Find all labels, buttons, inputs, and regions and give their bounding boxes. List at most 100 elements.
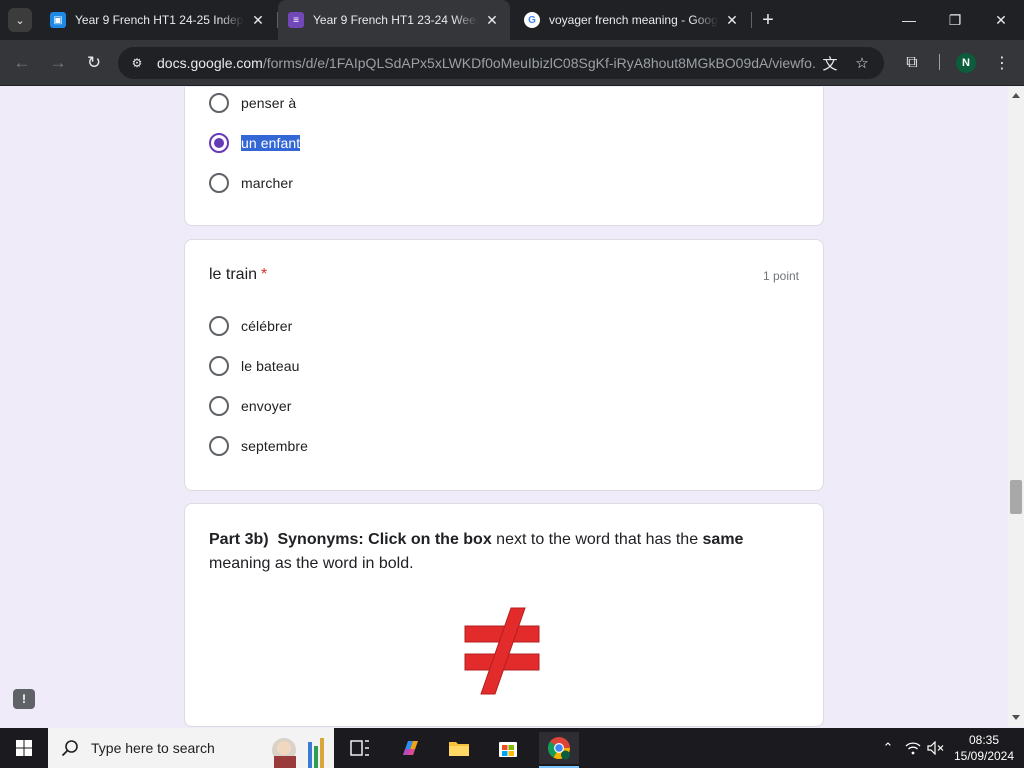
reload-icon: ↻ (86, 53, 102, 72)
copilot-icon (403, 741, 418, 755)
tab-forms[interactable]: ≡ Year 9 French HT1 23-24 Week 1 ✕ (278, 0, 510, 40)
scrollbar-thumb[interactable] (1010, 480, 1022, 514)
tab-google-search[interactable]: G voyager french meaning - Google Search… (514, 0, 750, 40)
tab-title: Year 9 French HT1 23-24 Week 1 (313, 13, 478, 27)
arrow-left-icon: ← (13, 53, 31, 72)
chrome-icon (547, 737, 570, 760)
radio-option[interactable]: septembre (209, 435, 308, 457)
radio-button-checked[interactable] (209, 133, 229, 153)
page-viewport: penser à un enfant marcher le train * 1 p… (0, 87, 1008, 727)
section-part: Part 3b) (209, 531, 269, 548)
section-title-bold: Synonyms: Click on the box (277, 531, 492, 548)
option-label: célébrer (241, 318, 293, 334)
show-hidden-icons-button[interactable]: ⌃ (878, 738, 898, 758)
radio-button[interactable] (209, 316, 229, 336)
task-view-icon (350, 740, 369, 756)
section-description: Part 3b) Synonyms: Click on the box next… (209, 528, 799, 576)
option-label: marcher (241, 175, 294, 191)
reload-button[interactable]: ↻ (80, 49, 108, 77)
toolbar-divider (939, 54, 940, 70)
option-label: penser à (241, 95, 297, 111)
star-icon[interactable]: ☆ (853, 54, 871, 72)
tab-classroom[interactable]: ▣ Year 9 French HT1 24-25 Independent ✕ (40, 0, 276, 40)
radio-button[interactable] (209, 396, 229, 416)
scroll-up-arrow[interactable] (1012, 93, 1020, 98)
site-settings-icon[interactable]: ⚙ (128, 54, 146, 72)
tab-title: voyager french meaning - Google Search (549, 13, 718, 27)
section-text-1: next to the word that has the (491, 531, 703, 548)
radio-option[interactable]: célébrer (209, 315, 292, 337)
volume-muted-icon[interactable] (926, 738, 946, 758)
search-placeholder: Type here to search (91, 740, 215, 756)
tab-separator (751, 12, 752, 28)
page-scrollbar[interactable] (1008, 87, 1024, 727)
folder-icon (449, 742, 469, 756)
radio-button[interactable] (209, 93, 229, 113)
wifi-icon (905, 742, 921, 755)
url-text[interactable]: docs.google.com/forms/d/e/1FAIpQLSdAPx5x… (157, 55, 817, 71)
radio-button[interactable] (209, 436, 229, 456)
profile-avatar[interactable]: N (956, 53, 976, 73)
restore-button[interactable]: ❐ (932, 0, 978, 40)
close-icon: ✕ (995, 11, 1007, 28)
taskbar-search-box[interactable]: Type here to search (48, 728, 334, 768)
question-card-le-train: le train * 1 point célébrer le bateau env… (184, 239, 824, 491)
chevron-down-icon: ⌄ (15, 14, 25, 27)
minimize-button[interactable]: — (886, 0, 932, 40)
windows-logo-icon (16, 740, 32, 756)
tab-title: Year 9 French HT1 24-25 Independent (75, 13, 244, 27)
browser-toolbar: ← → ↻ ⚙ docs.google.com/forms/d/e/1FAIpQ… (0, 40, 1024, 86)
radio-button[interactable] (209, 356, 229, 376)
close-icon[interactable]: ✕ (484, 12, 500, 28)
section-text-2: meaning as the word in bold. (209, 555, 414, 572)
google-classroom-icon: ▣ (50, 12, 66, 28)
feedback-icon: ! (22, 692, 26, 706)
back-button[interactable]: ← (8, 49, 36, 77)
radio-button[interactable] (209, 173, 229, 193)
radio-option[interactable]: un enfant (209, 132, 301, 154)
extensions-button[interactable]: ⧉ (898, 49, 926, 77)
puzzle-icon: ⧉ (906, 54, 918, 71)
feedback-button[interactable]: ! (13, 689, 35, 709)
close-icon[interactable]: ✕ (250, 12, 266, 28)
search-highlight-illustration (272, 738, 324, 768)
question-points: 1 point (762, 269, 799, 283)
copilot-button[interactable] (390, 732, 430, 764)
clock-date: 15/09/2024 (953, 749, 1015, 763)
option-label: le bateau (241, 358, 300, 374)
radio-option[interactable]: le bateau (209, 355, 300, 377)
scroll-down-arrow[interactable] (1012, 715, 1020, 720)
store-icon (499, 742, 517, 757)
new-tab-button[interactable]: + (756, 8, 780, 32)
google-forms-icon: ≡ (288, 12, 304, 28)
translate-icon[interactable]: 文 (821, 54, 839, 73)
radio-option[interactable]: penser à (209, 92, 296, 114)
system-clock[interactable]: 08:35 15/09/2024 (946, 732, 1022, 764)
network-icon[interactable] (903, 738, 923, 758)
option-label: envoyer (241, 398, 292, 414)
file-explorer-button[interactable] (439, 732, 479, 764)
start-button[interactable] (0, 728, 48, 768)
tab-strip: ⌄ ▣ Year 9 French HT1 24-25 Independent … (0, 0, 1024, 40)
section-same-bold: same (702, 531, 744, 548)
google-g-icon: G (524, 12, 540, 28)
radio-option[interactable]: envoyer (209, 395, 292, 417)
menu-button[interactable]: ⋮ (988, 49, 1016, 77)
close-window-button[interactable]: ✕ (978, 0, 1024, 40)
forward-button[interactable]: → (44, 49, 72, 77)
minimize-icon: — (902, 12, 916, 28)
arrow-right-icon: → (49, 53, 67, 72)
clock-time: 08:35 (968, 733, 1000, 747)
tab-search-button[interactable]: ⌄ (8, 8, 32, 32)
speaker-muted-icon (927, 741, 944, 755)
address-bar[interactable]: ⚙ docs.google.com/forms/d/e/1FAIpQLSdAPx… (118, 47, 884, 79)
question-title: le train * (209, 266, 267, 284)
question-card-previous: penser à un enfant marcher (184, 87, 824, 226)
close-icon[interactable]: ✕ (724, 12, 740, 28)
task-view-button[interactable] (340, 732, 380, 764)
chrome-taskbar-button[interactable] (539, 732, 579, 764)
radio-option[interactable]: marcher (209, 172, 293, 194)
microsoft-store-button[interactable] (488, 732, 528, 764)
url-host: docs.google.com (157, 55, 263, 71)
section-card-part-3b: Part 3b) Synonyms: Click on the box next… (184, 503, 824, 727)
